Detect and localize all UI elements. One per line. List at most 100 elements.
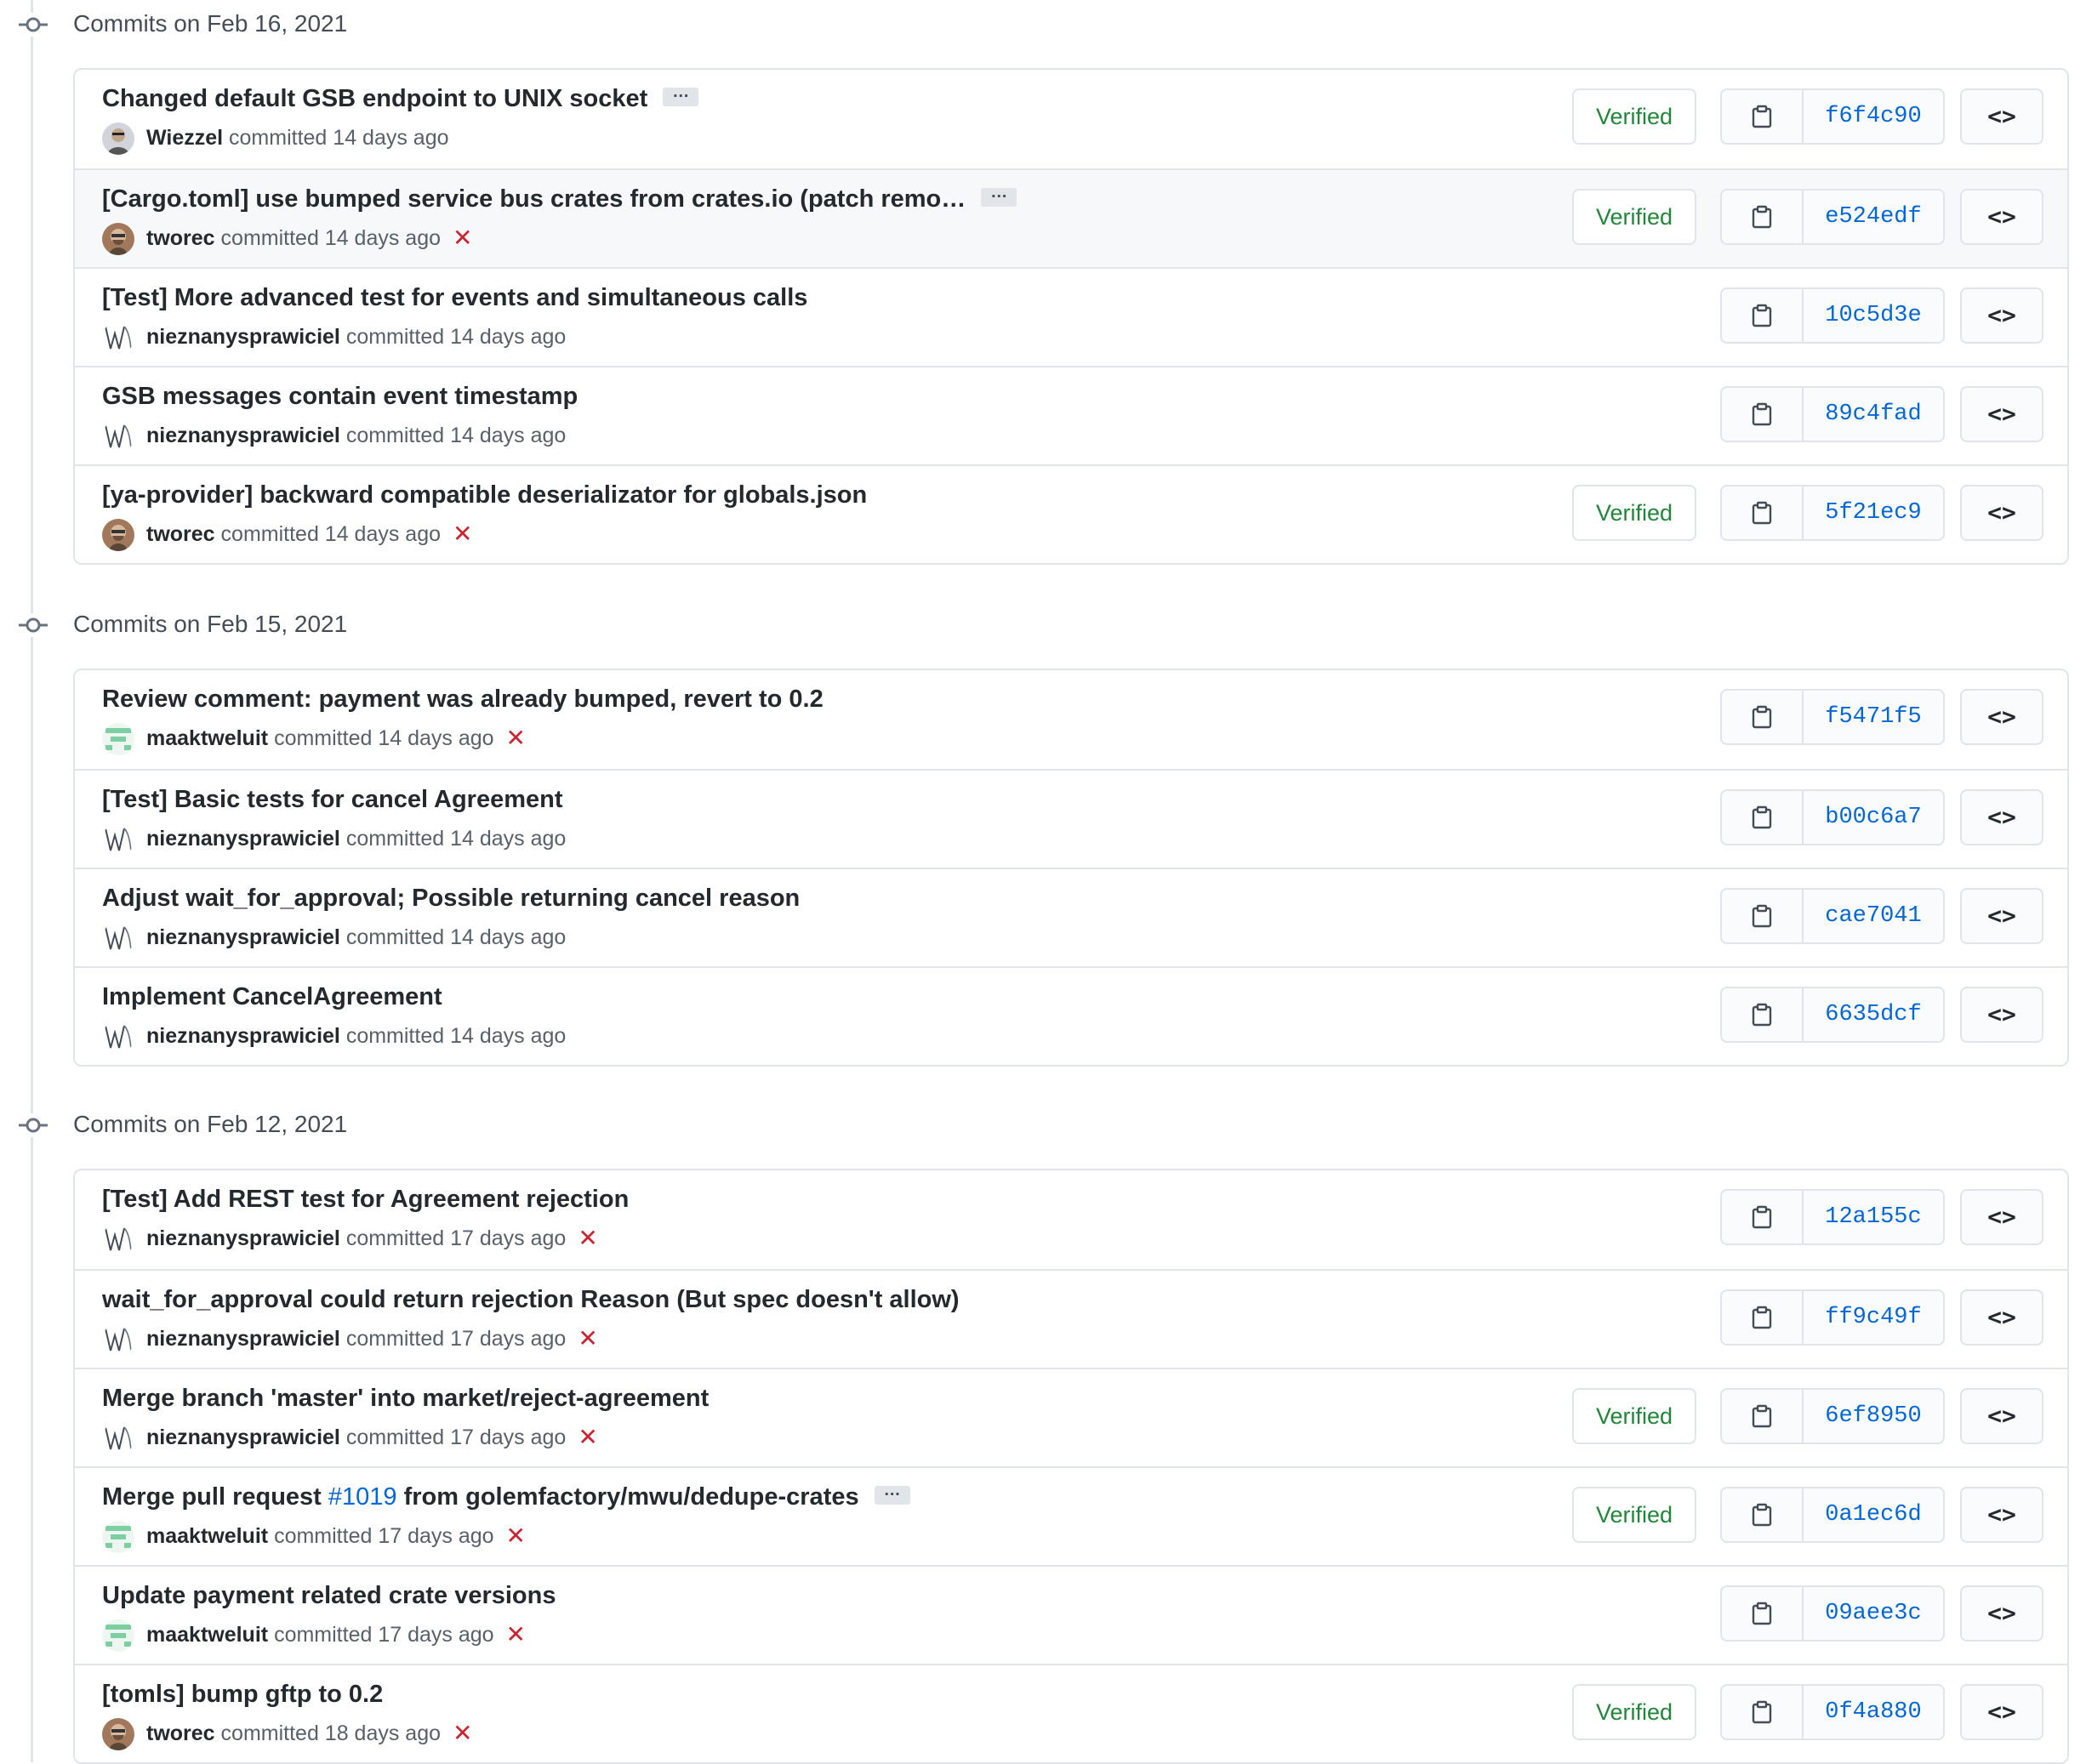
copy-sha-button[interactable] bbox=[1722, 289, 1804, 342]
verified-badge[interactable]: Verified bbox=[1572, 1388, 1696, 1444]
commit-author[interactable]: tworec bbox=[146, 1721, 215, 1745]
verified-badge[interactable]: Verified bbox=[1572, 1684, 1696, 1740]
browse-repo-button[interactable]: <> bbox=[1960, 485, 2043, 541]
commit-sha-link[interactable]: 0a1ec6d bbox=[1804, 1488, 1943, 1541]
commit-message-text[interactable]: [Test] Add REST test for Agreement rejec… bbox=[102, 1186, 629, 1213]
copy-sha-button[interactable] bbox=[1722, 1191, 1804, 1243]
commit-message[interactable]: Merge branch 'master' into market/reject… bbox=[102, 1383, 709, 1414]
commit-sha-link[interactable]: e524edf bbox=[1804, 191, 1943, 243]
avatar[interactable] bbox=[102, 1021, 134, 1053]
commit-message-text[interactable]: [Test] More advanced test for events and… bbox=[102, 284, 807, 311]
commit-message-text[interactable]: Merge pull request bbox=[102, 1483, 328, 1511]
browse-repo-button[interactable]: <> bbox=[1960, 88, 2043, 145]
avatar[interactable] bbox=[102, 1521, 134, 1553]
expand-message-button[interactable]: … bbox=[663, 83, 699, 107]
commit-sha-link[interactable]: cae7041 bbox=[1804, 890, 1943, 942]
x-icon[interactable]: ✕ bbox=[578, 1325, 597, 1352]
browse-repo-button[interactable]: <> bbox=[1960, 1289, 2043, 1346]
copy-sha-button[interactable] bbox=[1722, 1686, 1804, 1738]
copy-sha-button[interactable] bbox=[1722, 1291, 1804, 1344]
browse-repo-button[interactable]: <> bbox=[1960, 1487, 2043, 1543]
verified-badge[interactable]: Verified bbox=[1572, 88, 1696, 145]
x-icon[interactable]: ✕ bbox=[506, 1522, 526, 1550]
commit-message-text[interactable]: Implement CancelAgreement bbox=[102, 983, 442, 1010]
x-icon[interactable]: ✕ bbox=[578, 1225, 597, 1252]
commit-message-text[interactable]: Merge branch 'master' into market/reject… bbox=[102, 1385, 709, 1412]
avatar[interactable] bbox=[102, 122, 134, 155]
avatar[interactable] bbox=[102, 1422, 134, 1454]
commit-message[interactable]: Review comment: payment was already bump… bbox=[102, 684, 824, 714]
commit-author[interactable]: nieznanysprawiciel bbox=[146, 325, 340, 349]
commit-message[interactable]: Update payment related crate versions bbox=[102, 1580, 556, 1611]
commit-message[interactable]: [Test] Add REST test for Agreement rejec… bbox=[102, 1184, 629, 1215]
avatar[interactable] bbox=[102, 823, 134, 856]
browse-repo-button[interactable]: <> bbox=[1960, 1189, 2043, 1245]
verified-badge[interactable]: Verified bbox=[1572, 485, 1696, 541]
commit-sha-link[interactable]: 6635dcf bbox=[1804, 988, 1943, 1041]
commit-message-text[interactable]: [ya-provider] backward compatible deseri… bbox=[102, 481, 867, 509]
commit-author[interactable]: nieznanysprawiciel bbox=[146, 827, 340, 851]
avatar[interactable] bbox=[102, 1223, 134, 1255]
avatar[interactable] bbox=[102, 223, 134, 255]
browse-repo-button[interactable]: <> bbox=[1960, 1585, 2043, 1642]
commit-sha-link[interactable]: 12a155c bbox=[1804, 1191, 1943, 1243]
pull-request-link[interactable]: #1019 bbox=[328, 1483, 397, 1511]
commit-sha-link[interactable]: 6ef8950 bbox=[1804, 1390, 1943, 1442]
copy-sha-button[interactable] bbox=[1722, 90, 1804, 143]
commit-sha-link[interactable]: 10c5d3e bbox=[1804, 289, 1943, 342]
commit-author[interactable]: nieznanysprawiciel bbox=[146, 925, 340, 949]
commit-message[interactable]: [ya-provider] backward compatible deseri… bbox=[102, 480, 867, 510]
commit-sha-link[interactable]: 0f4a880 bbox=[1804, 1686, 1943, 1738]
browse-repo-button[interactable]: <> bbox=[1960, 789, 2043, 845]
avatar[interactable] bbox=[102, 922, 134, 954]
browse-repo-button[interactable]: <> bbox=[1960, 1684, 2043, 1740]
commit-message-text[interactable]: [tomls] bump gftp to 0.2 bbox=[102, 1681, 383, 1708]
copy-sha-button[interactable] bbox=[1722, 691, 1804, 743]
avatar[interactable] bbox=[102, 420, 134, 452]
commit-message[interactable]: Adjust wait_for_approval; Possible retur… bbox=[102, 883, 800, 913]
commit-message[interactable]: Implement CancelAgreement bbox=[102, 982, 442, 1012]
commit-message[interactable]: wait_for_approval could return rejection… bbox=[102, 1284, 960, 1315]
verified-badge[interactable]: Verified bbox=[1572, 1487, 1696, 1543]
browse-repo-button[interactable]: <> bbox=[1960, 386, 2043, 442]
commit-message-text[interactable]: Adjust wait_for_approval; Possible retur… bbox=[102, 885, 800, 912]
commit-sha-link[interactable]: f6f4c90 bbox=[1804, 90, 1943, 143]
commit-sha-link[interactable]: 5f21ec9 bbox=[1804, 487, 1943, 539]
commit-sha-link[interactable]: ff9c49f bbox=[1804, 1291, 1943, 1344]
commit-author[interactable]: nieznanysprawiciel bbox=[146, 1425, 340, 1449]
browse-repo-button[interactable]: <> bbox=[1960, 189, 2043, 245]
x-icon[interactable]: ✕ bbox=[578, 1424, 597, 1451]
commit-author[interactable]: maaktweluit bbox=[146, 726, 268, 750]
expand-message-button[interactable]: … bbox=[981, 184, 1017, 208]
commit-author[interactable]: tworec bbox=[146, 226, 215, 250]
commit-author[interactable]: maaktweluit bbox=[146, 1524, 268, 1548]
commit-author[interactable]: tworec bbox=[146, 522, 215, 546]
commit-sha-link[interactable]: 09aee3c bbox=[1804, 1587, 1943, 1640]
copy-sha-button[interactable] bbox=[1722, 487, 1804, 539]
commit-sha-link[interactable]: f5471f5 bbox=[1804, 691, 1943, 743]
commit-message[interactable]: Changed default GSB endpoint to UNIX soc… bbox=[102, 83, 699, 114]
copy-sha-button[interactable] bbox=[1722, 1488, 1804, 1541]
copy-sha-button[interactable] bbox=[1722, 191, 1804, 243]
x-icon[interactable]: ✕ bbox=[453, 521, 472, 548]
commit-message-text-after[interactable]: from golemfactory/mwu/dedupe-crates bbox=[397, 1483, 859, 1511]
commit-author[interactable]: nieznanysprawiciel bbox=[146, 1024, 340, 1048]
commit-message-text[interactable]: [Test] Basic tests for cancel Agreement bbox=[102, 786, 563, 813]
commit-author[interactable]: nieznanysprawiciel bbox=[146, 1327, 340, 1351]
commit-message[interactable]: [tomls] bump gftp to 0.2 bbox=[102, 1679, 383, 1710]
expand-message-button[interactable]: … bbox=[874, 1482, 910, 1505]
commit-message[interactable]: [Test] More advanced test for events and… bbox=[102, 282, 807, 313]
commit-message-text[interactable]: [Cargo.toml] use bumped service bus crat… bbox=[102, 185, 966, 213]
commit-author[interactable]: nieznanysprawiciel bbox=[146, 424, 340, 447]
commit-message[interactable]: Merge pull request #1019 from golemfacto… bbox=[102, 1482, 910, 1512]
browse-repo-button[interactable]: <> bbox=[1960, 689, 2043, 745]
avatar[interactable] bbox=[102, 1323, 134, 1356]
browse-repo-button[interactable]: <> bbox=[1960, 287, 2043, 344]
commit-author[interactable]: nieznanysprawiciel bbox=[146, 1226, 340, 1250]
browse-repo-button[interactable]: <> bbox=[1960, 987, 2043, 1043]
commit-message-text[interactable]: GSB messages contain event timestamp bbox=[102, 383, 578, 410]
commit-message[interactable]: GSB messages contain event timestamp bbox=[102, 381, 578, 412]
x-icon[interactable]: ✕ bbox=[506, 725, 526, 752]
avatar[interactable] bbox=[102, 1619, 134, 1652]
commit-author[interactable]: Wiezzel bbox=[146, 126, 223, 150]
